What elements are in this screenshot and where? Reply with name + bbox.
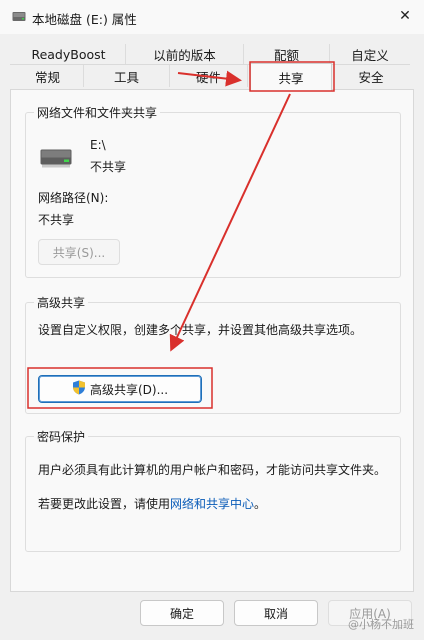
close-button[interactable]: ✕ bbox=[392, 4, 418, 28]
drive-name: E:\ bbox=[90, 138, 106, 152]
watermark: @小杨不加班 bbox=[348, 618, 414, 631]
drive-icon bbox=[40, 149, 72, 172]
tab-previous-versions[interactable]: 以前的版本 bbox=[126, 44, 244, 64]
dialog-footer: 确定 取消 应用(A) @小杨不加班 bbox=[0, 592, 424, 640]
password-protection-group: 密码保护 用户必须具有此计算机的用户帐户和密码，才能访问共享文件夹。 若要更改此… bbox=[25, 428, 401, 552]
close-icon: ✕ bbox=[399, 8, 411, 24]
group-title: 网络文件和文件夹共享 bbox=[34, 104, 161, 121]
tab-customize[interactable]: 自定义 bbox=[330, 44, 410, 64]
drive-icon bbox=[12, 11, 26, 22]
network-path-label: 网络路径(N): bbox=[38, 191, 109, 205]
password-protection-description: 用户必须具有此计算机的用户帐户和密码，才能访问共享文件夹。 bbox=[38, 463, 387, 477]
tab-security[interactable]: 安全 bbox=[332, 65, 410, 87]
change-setting-text: 若要更改此设置，请使用网络和共享中心。 bbox=[38, 497, 267, 511]
uac-shield-icon bbox=[72, 380, 86, 398]
cancel-button[interactable]: 取消 bbox=[234, 600, 318, 626]
drive-share-status: 不共享 bbox=[90, 160, 127, 174]
sharing-panel: 网络文件和文件夹共享 E:\ 不共享 网络路径(N): 不共享 共享(S)...… bbox=[10, 89, 414, 592]
network-path-value: 不共享 bbox=[38, 213, 75, 227]
tab-sharing[interactable]: 共享 bbox=[250, 63, 332, 91]
tab-tools[interactable]: 工具 bbox=[84, 65, 170, 87]
window-title: 本地磁盘 (E:) 属性 bbox=[32, 12, 137, 27]
tab-general[interactable]: 常规 bbox=[12, 65, 84, 87]
advanced-sharing-group: 高级共享 设置自定义权限，创建多个共享，并设置其他高级共享选项。 高级共享(D)… bbox=[25, 294, 401, 414]
tab-hardware[interactable]: 硬件 bbox=[170, 65, 248, 87]
group-title: 密码保护 bbox=[34, 428, 89, 445]
tab-quota[interactable]: 配额 bbox=[244, 44, 330, 64]
advanced-sharing-button[interactable]: 高级共享(D)... bbox=[38, 375, 202, 403]
advanced-sharing-description: 设置自定义权限，创建多个共享，并设置其他高级共享选项。 bbox=[38, 323, 363, 337]
network-sharing-group: 网络文件和文件夹共享 E:\ 不共享 网络路径(N): 不共享 共享(S)... bbox=[25, 104, 401, 278]
share-button[interactable]: 共享(S)... bbox=[38, 239, 120, 265]
group-title: 高级共享 bbox=[34, 294, 89, 311]
ok-button[interactable]: 确定 bbox=[140, 600, 224, 626]
tab-readyboost[interactable]: ReadyBoost bbox=[12, 44, 126, 64]
network-sharing-center-link[interactable]: 网络和共享中心 bbox=[170, 497, 254, 511]
title-bar: 本地磁盘 (E:) 属性 ✕ bbox=[0, 0, 424, 34]
